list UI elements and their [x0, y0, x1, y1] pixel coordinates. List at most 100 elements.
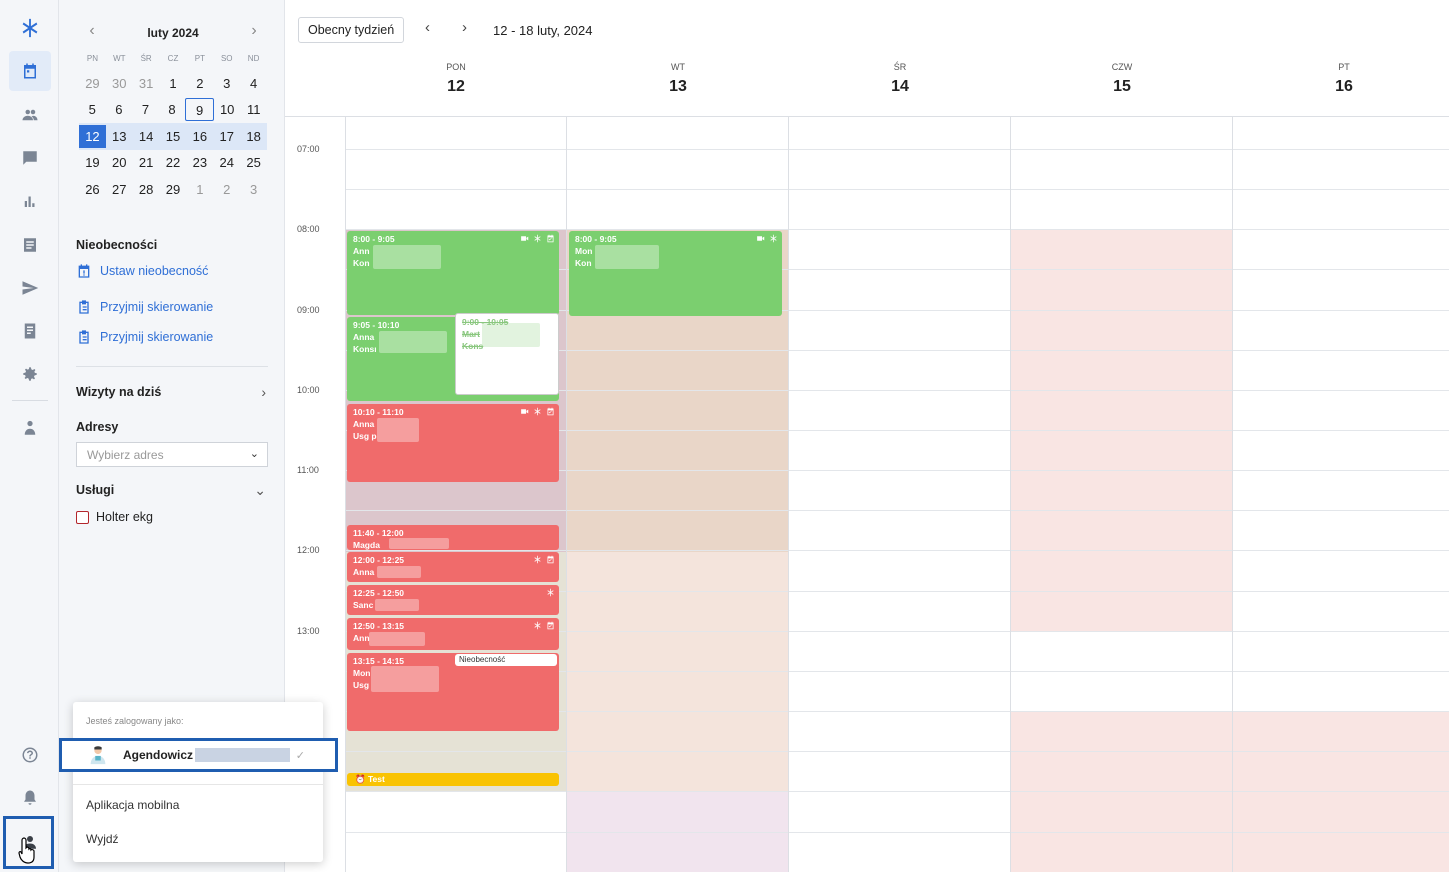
mini-calendar-day-selected[interactable]: 12 [79, 124, 106, 148]
mini-calendar-day[interactable]: 22 [160, 151, 187, 174]
mini-calendar-day[interactable]: 4 [240, 72, 267, 95]
mini-calendar-day[interactable]: 30 [106, 72, 133, 95]
doctor-icon[interactable] [9, 408, 51, 448]
mini-calendar: PN WT ŚR CZ PT SO ND 29 30 31 1 2 3 4 5 … [79, 54, 267, 203]
chevron-down-icon[interactable]: ⌄ [254, 482, 266, 499]
logout-menu-item[interactable]: Wyjdź [86, 832, 119, 846]
mini-calendar-day[interactable]: 23 [186, 151, 213, 174]
day-header-wed[interactable]: ŚR 14 [789, 62, 1011, 96]
time-label: 11:00 [297, 465, 319, 475]
mini-calendar-day[interactable]: 5 [79, 98, 106, 121]
day-header-num: 12 [447, 78, 465, 95]
accept-referral-label: Przyjmij skierowanie [100, 300, 214, 314]
chevron-right-icon[interactable]: › [261, 384, 266, 400]
accept-referral-label: Przyjmij skierowanie [100, 330, 214, 344]
prev-week-button[interactable]: ‹ [425, 19, 430, 36]
settings-icon[interactable] [9, 354, 51, 394]
mini-calendar-day[interactable]: 3 [213, 72, 240, 95]
mini-calendar-week: 26 27 28 29 1 2 3 [79, 176, 267, 203]
appointment[interactable]: 10:10 - 11:10 Anna Usg p [347, 404, 559, 482]
calendar-check-icon [547, 234, 554, 243]
patients-icon[interactable] [9, 95, 51, 135]
day-header-thu[interactable]: CZW 15 [1011, 62, 1233, 96]
mini-calendar-day[interactable]: 15 [160, 125, 187, 148]
time-grid[interactable]: 07:00 08:00 09:00 10:00 11:00 12:00 13:0… [285, 117, 1449, 872]
mini-calendar-day[interactable]: 26 [79, 178, 106, 201]
set-absence-label: Ustaw nieobecność [100, 264, 209, 278]
accept-referral-link-2[interactable]: Przyjmij skierowanie [76, 329, 213, 345]
mini-calendar-day[interactable]: 21 [133, 151, 160, 174]
mini-calendar-dow: PN WT ŚR CZ PT SO ND [86, 54, 260, 63]
mini-calendar-day[interactable]: 1 [160, 72, 187, 95]
mini-calendar-day[interactable]: 24 [213, 151, 240, 174]
address-select[interactable]: Wybierz adres ⌄ [76, 442, 268, 467]
calendar-main: Obecny tydzień ‹ › 12 - 18 luty, 2024 PO… [285, 0, 1449, 872]
next-month-button[interactable]: › [244, 22, 264, 42]
day-header-mon[interactable]: PON 12 [345, 62, 567, 96]
mini-calendar-day[interactable]: 3 [240, 178, 267, 201]
mini-calendar-day[interactable]: 6 [106, 98, 133, 121]
asterisk-icon [534, 407, 541, 416]
mini-calendar-day[interactable]: 17 [213, 125, 240, 148]
appointment[interactable]: 12:25 - 12:50 Sanc [347, 585, 559, 615]
service-holter-ekg[interactable]: Holter ekg [76, 510, 153, 524]
reminder-event[interactable]: ⏰ Test [347, 773, 559, 786]
mini-calendar-day[interactable]: 13 [106, 125, 133, 148]
mini-calendar-day[interactable]: 2 [213, 178, 240, 201]
cancelled-appointment[interactable]: 9:00 - 10:05 Mart Kons [455, 313, 559, 395]
current-user-item[interactable]: Agendowicz ✓ [59, 738, 338, 772]
mini-calendar-day[interactable]: 14 [133, 125, 160, 148]
day-header-tue[interactable]: WT 13 [567, 62, 789, 96]
services-label[interactable]: Usługi [76, 483, 114, 497]
appointment[interactable]: 8:00 - 9:05 Mon Kon [569, 231, 782, 316]
help-icon[interactable] [9, 735, 51, 775]
appointment[interactable]: 8:00 - 9:05 Ann Kon [347, 231, 559, 315]
mini-calendar-day[interactable]: 20 [106, 151, 133, 174]
day-header-num: 13 [669, 78, 687, 95]
mini-calendar-day[interactable]: 31 [133, 72, 160, 95]
chat-icon[interactable] [9, 138, 51, 178]
visits-today-toggle[interactable]: Wizyty na dziś [76, 385, 161, 399]
documents-icon[interactable] [9, 225, 51, 265]
mini-calendar-day[interactable]: 18 [240, 125, 267, 148]
mini-calendar-day[interactable]: 11 [240, 98, 267, 121]
mini-calendar-day[interactable]: 19 [79, 151, 106, 174]
mini-calendar-day[interactable]: 29 [160, 178, 187, 201]
absences-title: Nieobecności [76, 238, 158, 252]
mini-calendar-day[interactable]: 25 [240, 151, 267, 174]
mini-calendar-day[interactable]: 10 [214, 98, 241, 121]
time-label: 12:00 [297, 545, 320, 555]
mini-calendar-day[interactable]: 7 [132, 98, 159, 121]
set-absence-link[interactable]: Ustaw nieobecność [76, 263, 208, 279]
appointment[interactable]: 12:00 - 12:25 Anna [347, 552, 559, 582]
service-checkbox[interactable] [76, 510, 89, 524]
mini-calendar-week-selected: 12 13 14 15 16 17 18 [79, 123, 267, 150]
logo-icon[interactable] [9, 8, 51, 48]
stats-icon[interactable] [9, 181, 51, 221]
day-header-dow: CZW [1111, 62, 1133, 72]
doctor-avatar-icon [90, 746, 106, 765]
mini-calendar-day[interactable]: 28 [133, 178, 160, 201]
send-icon[interactable] [9, 268, 51, 308]
next-week-button[interactable]: › [462, 19, 467, 36]
accept-referral-link-1[interactable]: Przyjmij skierowanie [76, 299, 213, 315]
calendar-icon[interactable] [9, 51, 51, 91]
mini-calendar-day[interactable]: 29 [79, 72, 106, 95]
day-header-fri[interactable]: PT 16 [1233, 62, 1449, 96]
mini-calendar-day-today[interactable]: 9 [185, 98, 214, 122]
mini-calendar-day[interactable]: 16 [186, 125, 213, 148]
mini-calendar-day[interactable]: 2 [186, 72, 213, 95]
mini-calendar-day[interactable]: 1 [186, 178, 213, 201]
appointment[interactable]: 11:40 - 12:00 Magda [347, 525, 559, 550]
calendar-check-icon [547, 555, 554, 564]
appointment[interactable]: 12:50 - 13:15 Ann [347, 618, 559, 650]
mobile-app-menu-item[interactable]: Aplikacja mobilna [86, 798, 179, 812]
mini-calendar-day[interactable]: 8 [159, 98, 186, 121]
current-week-button[interactable]: Obecny tydzień [298, 17, 405, 43]
alarm-icon: ⏰ [355, 774, 366, 784]
appointment[interactable]: 13:15 - 14:15 Mon Usg Nieobecność [347, 653, 559, 731]
reports-icon[interactable] [9, 311, 51, 351]
icon-rail [0, 0, 59, 872]
mini-calendar-day[interactable]: 27 [106, 178, 133, 201]
bell-icon[interactable] [9, 778, 51, 818]
